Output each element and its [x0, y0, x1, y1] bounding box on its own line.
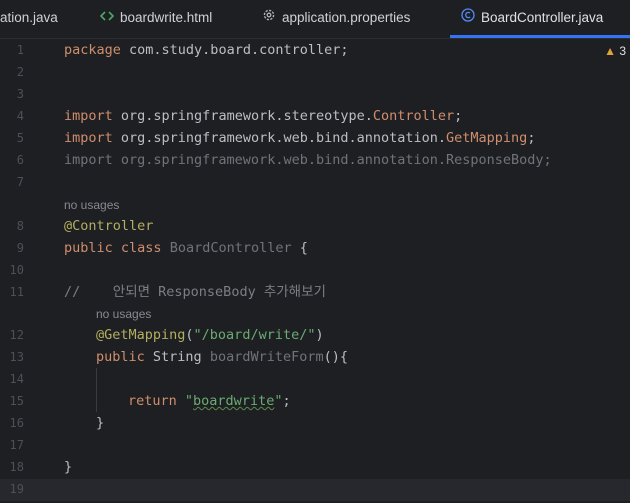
line-number: 4: [16, 109, 24, 123]
keyword: return: [128, 393, 177, 409]
string-quote: ": [176, 393, 194, 409]
warning-icon: ▲: [604, 44, 616, 58]
semicolon: ;: [282, 393, 291, 409]
paren: (: [185, 327, 194, 343]
import-path: org.springframework.web.bind.annotation.: [112, 130, 447, 146]
tab-ation-java[interactable]: ation.java: [0, 0, 58, 38]
line-number: 2: [16, 65, 24, 79]
line-number: 10: [9, 263, 24, 277]
import-class: Controller: [372, 108, 455, 124]
line-number: 7: [16, 175, 24, 189]
line-number: 16: [9, 416, 24, 430]
tab-label: boardwrite.html: [120, 10, 213, 25]
package-name: com.study.board.controller;: [120, 42, 349, 58]
annotation: @GetMapping: [96, 327, 186, 343]
html-file-icon: [99, 0, 115, 36]
tab-label: application.properties: [282, 10, 411, 25]
import-path: org.springframework.stereotype.: [112, 108, 373, 124]
keyword: class: [112, 240, 162, 256]
inspection-widget[interactable]: ▲ 3: [604, 44, 626, 58]
line-number: 14: [9, 372, 24, 386]
code-line-1: package com.study.board.controller;: [64, 39, 348, 61]
line-number: 12: [9, 328, 24, 342]
no-usages-hint[interactable]: no usages: [64, 198, 119, 212]
brace: (){: [323, 349, 348, 365]
gear-icon: [262, 0, 276, 36]
method-name: boardWriteForm: [201, 349, 324, 365]
semicolon: ;: [527, 130, 536, 146]
line-number: 13: [9, 350, 24, 364]
keyword: package: [64, 42, 121, 58]
tab-application-properties[interactable]: application.properties: [262, 0, 410, 38]
line-number: 6: [16, 153, 24, 167]
line-number: 15: [9, 394, 24, 408]
no-usages-hint[interactable]: no usages: [96, 307, 151, 321]
string-literal: boardwrite: [193, 393, 275, 409]
brace: {: [291, 240, 308, 256]
line-number: 8: [16, 219, 24, 233]
tab-label: BoardController.java: [481, 10, 604, 25]
line-number: 11: [9, 285, 24, 299]
type-name: String: [144, 349, 202, 365]
semicolon: ;: [454, 108, 463, 124]
keyword: import: [64, 108, 113, 124]
code-line-13: public String boardWriteForm(){: [96, 346, 348, 368]
active-tab-indicator: [450, 35, 630, 38]
line-number: 9: [16, 241, 24, 255]
class-name: BoardController: [161, 240, 292, 256]
code-editor[interactable]: 1 2 3 4 5 6 7 8 9 10 11 12 13 14 15 16 1…: [0, 39, 630, 501]
keyword: public: [64, 240, 113, 256]
code-line-6-unused-import: import org.springframework.web.bind.anno…: [64, 152, 552, 168]
editor-tab-bar: ation.java boardwrite.html application.p…: [0, 0, 630, 39]
keyword: import: [64, 130, 113, 146]
code-line-8-annotation: @Controller: [64, 218, 154, 234]
code-line-4: import org.springframework.stereotype.Co…: [64, 105, 462, 127]
line-number: 18: [9, 460, 24, 474]
line-number: 3: [16, 87, 24, 101]
warning-count: 3: [619, 44, 626, 58]
comment-text: 안되면 ResponseBody 추가해보기: [80, 284, 326, 300]
code-line-11-comment: // 안되면 ResponseBody 추가해보기: [64, 281, 326, 303]
line-number: 17: [9, 438, 24, 452]
code-line-16: }: [96, 415, 105, 431]
code-line-15: return "boardwrite";: [128, 390, 291, 412]
code-line-12: @GetMapping("/board/write/"): [96, 324, 324, 346]
code-line-5: import org.springframework.web.bind.anno…: [64, 127, 535, 149]
tab-boardwrite-html[interactable]: boardwrite.html: [99, 0, 213, 38]
line-number: 5: [16, 131, 24, 145]
line-number: 1: [16, 43, 24, 57]
line-number-gutter: 1 2 3 4 5 6 7 8 9 10 11 12 13 14 15 16 1…: [0, 39, 48, 496]
tab-boardcontroller-java[interactable]: BoardController.java: [461, 0, 603, 38]
comment-slashes: //: [64, 284, 81, 300]
code-line-18: }: [64, 459, 73, 475]
tab-label: ation.java: [0, 10, 58, 25]
class-icon: [461, 0, 475, 36]
keyword: public: [96, 349, 145, 365]
code-content: package com.study.board.controller; impo…: [64, 39, 552, 503]
paren: ): [315, 327, 324, 343]
import-class: GetMapping: [446, 130, 528, 146]
string-literal: "/board/write/": [193, 327, 316, 343]
code-line-9: public class BoardController {: [64, 237, 308, 259]
